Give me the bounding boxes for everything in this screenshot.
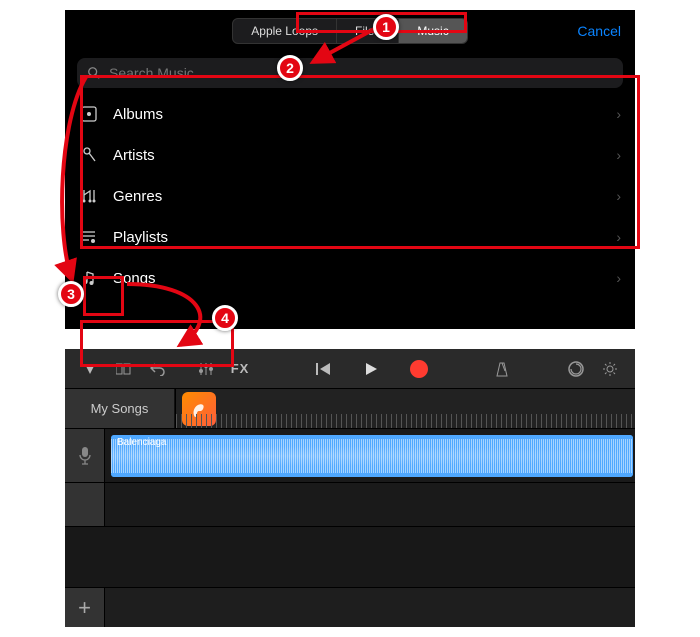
empty-track-row [65, 483, 635, 527]
ruler-ticks [176, 414, 635, 428]
track-editor-panel: FX My Songs [65, 349, 635, 627]
browse-label: Playlists [113, 229, 616, 246]
browse-label: Songs [113, 270, 616, 287]
project-header-row: My Songs [65, 389, 635, 429]
mixer-button[interactable] [191, 354, 221, 384]
undo-button[interactable] [143, 354, 173, 384]
tab-apple-loops[interactable]: Apple Loops [233, 19, 337, 43]
browse-songs[interactable]: Songs › [65, 258, 635, 299]
tutorial-composite: Apple Loops Files Music Cancel Albums › … [0, 0, 700, 637]
note-icon [79, 268, 99, 288]
browse-label: Albums [113, 106, 616, 123]
metronome-button[interactable] [487, 354, 517, 384]
chevron-right-icon: › [616, 270, 621, 286]
editor-toolbar: FX [65, 349, 635, 389]
fx-button[interactable]: FX [225, 354, 255, 384]
browser-button[interactable] [109, 354, 139, 384]
tab-music[interactable]: Music [399, 19, 466, 43]
tab-files[interactable]: Files [337, 19, 399, 43]
empty-area [65, 527, 635, 587]
record-button[interactable] [404, 354, 434, 384]
segmented-control: Apple Loops Files Music [232, 18, 467, 44]
microphone-icon [77, 446, 93, 466]
browse-label: Genres [113, 188, 616, 205]
browse-playlists[interactable]: Playlists › [65, 217, 635, 258]
track-header-empty[interactable] [65, 483, 105, 526]
loop-browser-button[interactable] [561, 354, 591, 384]
rewind-button[interactable] [308, 354, 338, 384]
browse-genres[interactable]: Genres › [65, 176, 635, 217]
add-track-row: + [65, 587, 635, 627]
timeline-ruler[interactable] [175, 389, 635, 428]
cancel-button[interactable]: Cancel [577, 23, 621, 39]
track-header-mic[interactable] [65, 429, 105, 482]
play-button[interactable] [356, 354, 386, 384]
my-songs-button[interactable]: My Songs [65, 389, 175, 428]
genre-icon [79, 186, 99, 206]
tracks-view-button[interactable] [75, 354, 105, 384]
track-lane[interactable] [105, 483, 635, 526]
chevron-right-icon: › [616, 188, 621, 204]
waveform [111, 435, 633, 477]
search-input[interactable] [109, 65, 613, 81]
chevron-right-icon: › [616, 106, 621, 122]
tab-bar: Apple Loops Files Music Cancel [65, 10, 635, 52]
browse-artists[interactable]: Artists › [65, 135, 635, 176]
region-name: Balenciaga [117, 437, 166, 448]
search-icon [87, 66, 101, 80]
chevron-right-icon: › [616, 229, 621, 245]
chevron-right-icon: › [616, 147, 621, 163]
add-track-button[interactable]: + [65, 588, 105, 628]
audio-region[interactable]: Balenciaga [111, 435, 633, 477]
settings-button[interactable] [595, 354, 625, 384]
search-field[interactable] [77, 58, 623, 88]
album-icon [79, 104, 99, 124]
browse-albums[interactable]: Albums › [65, 94, 635, 135]
track-lane[interactable]: Balenciaga [105, 429, 635, 482]
browse-list: Albums › Artists › Genres › Playlists › … [65, 94, 635, 299]
mic-icon [79, 145, 99, 165]
playlist-icon [79, 227, 99, 247]
browse-label: Artists [113, 147, 616, 164]
music-browser-panel: Apple Loops Files Music Cancel Albums › … [65, 10, 635, 329]
audio-track-row: Balenciaga [65, 429, 635, 483]
